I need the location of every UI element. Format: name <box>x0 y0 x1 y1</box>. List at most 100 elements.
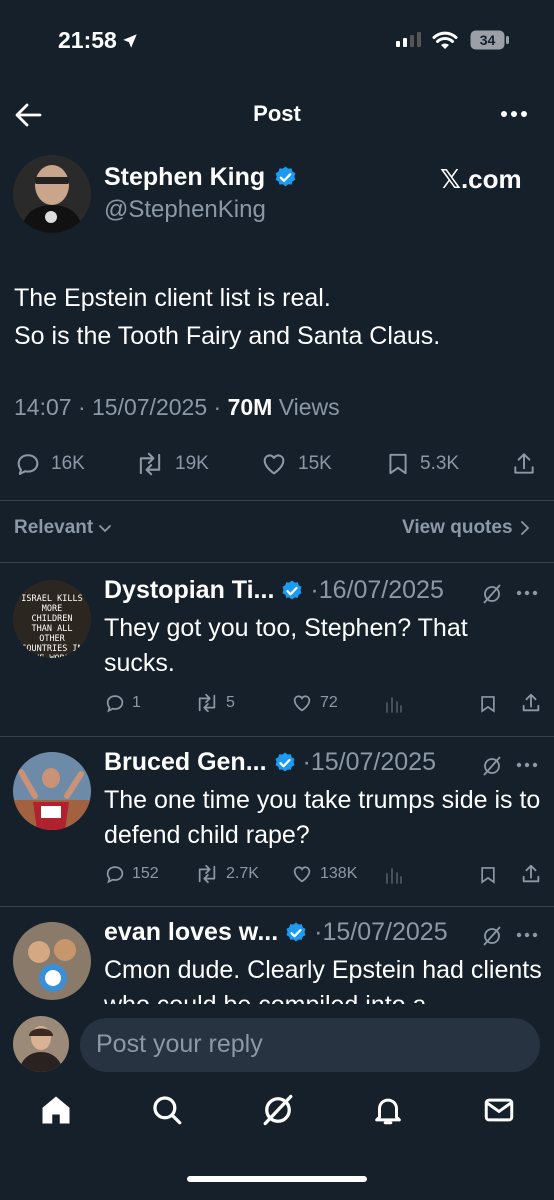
repost-icon <box>198 693 216 713</box>
home-indicator <box>187 1176 367 1182</box>
verified-badge-icon <box>286 922 306 941</box>
author-avatar[interactable] <box>13 155 91 233</box>
reply-date: ·15/07/2025 <box>302 748 436 776</box>
divider <box>0 906 554 907</box>
reply-count: 152 <box>132 865 159 882</box>
views-chart-icon[interactable] <box>384 865 404 885</box>
more-options-icon[interactable] <box>499 103 529 125</box>
grok-icon[interactable] <box>480 582 504 606</box>
author-name-text: Stephen King <box>104 163 266 191</box>
my-avatar[interactable] <box>13 1016 69 1072</box>
repost-count: 19K <box>175 453 209 474</box>
post-body: The Epstein client list is real. So is t… <box>14 279 544 355</box>
post-actions-bar: 16K 19K 15K 5.3K <box>0 448 554 482</box>
reply-author-name[interactable]: Dystopian Ti... <box>104 576 274 605</box>
bottom-tab-bar <box>0 1092 554 1142</box>
verified-badge-icon <box>282 580 302 599</box>
reply-item[interactable]: Bruced Gen... ·15/07/2025 The one time y… <box>0 742 554 902</box>
reply-author-name[interactable]: evan loves w... <box>104 918 278 947</box>
heart-icon <box>293 695 311 712</box>
status-time-text: 21:58 <box>58 27 117 53</box>
like-button[interactable]: 15K <box>259 450 332 478</box>
like-count: 72 <box>320 694 338 711</box>
reply-button[interactable]: 16K <box>14 450 85 478</box>
reply-button[interactable]: 1 <box>104 692 141 714</box>
bookmark-icon[interactable] <box>478 864 498 886</box>
cellular-signal-icon <box>396 32 421 47</box>
reply-text: Cmon dude. Clearly Epstein had clients w… <box>104 956 542 1004</box>
reply-item[interactable]: ISRAEL KILLS MORE CHILDREN THAN ALL OTHE… <box>0 570 554 730</box>
reply-text: They got you too, Stephen? That sucks. <box>104 614 468 677</box>
like-button[interactable]: 72 <box>290 692 338 714</box>
source-label: 𝕏.com <box>440 164 522 194</box>
reply-text: The one time you take trumps side is to … <box>104 786 541 849</box>
messages-mail-icon[interactable] <box>482 1092 516 1128</box>
post-timestamp: 14:07 · 15/07/2025 · <box>14 394 228 420</box>
chevron-right-icon <box>520 521 529 535</box>
battery-level: 34 <box>480 32 496 48</box>
share-icon[interactable] <box>511 450 537 478</box>
reply-item[interactable]: evan loves w... ·15/07/2025 Cmon dude. C… <box>0 912 554 1004</box>
grok-icon[interactable] <box>480 754 504 778</box>
reply-count: 1 <box>132 694 141 711</box>
post-meta: 14:07 · 15/07/2025 · 70M Views <box>14 394 340 421</box>
share-icon[interactable] <box>520 863 542 885</box>
verified-badge-icon <box>275 166 296 187</box>
reply-count: 16K <box>51 453 85 474</box>
reply-header: Bruced Gen... ·15/07/2025 <box>104 748 436 777</box>
bookmark-icon[interactable] <box>478 693 498 715</box>
search-icon[interactable] <box>150 1092 184 1128</box>
more-options-icon[interactable] <box>516 588 538 598</box>
share-icon[interactable] <box>520 692 542 714</box>
view-quotes-label: View quotes <box>402 517 513 538</box>
reply-avatar[interactable]: ISRAEL KILLS MORE CHILDREN THAN ALL OTHE… <box>13 580 91 658</box>
status-time: 21:58 <box>58 27 139 54</box>
reply-input[interactable]: Post your reply <box>80 1018 540 1072</box>
more-options-icon[interactable] <box>516 930 538 940</box>
page-title: Post <box>253 101 301 126</box>
repost-icon <box>139 452 161 476</box>
repost-count: 5 <box>226 694 235 711</box>
author-handle[interactable]: @StephenKing <box>104 196 266 224</box>
heart-icon <box>263 454 285 475</box>
repost-button[interactable]: 19K <box>134 450 209 478</box>
view-quotes-link[interactable]: View quotes <box>402 517 531 539</box>
sort-label: Relevant <box>14 517 94 538</box>
views-label: Views <box>272 394 340 420</box>
reply-avatar[interactable] <box>13 922 91 1000</box>
reply-header: evan loves w... ·15/07/2025 <box>104 918 448 947</box>
author-name[interactable]: Stephen King <box>104 163 298 192</box>
reply-avatar[interactable] <box>13 752 91 830</box>
reply-date: ·15/07/2025 <box>314 918 448 946</box>
bookmark-button[interactable]: 5.3K <box>385 450 459 478</box>
divider <box>0 736 554 737</box>
reply-header: Dystopian Ti... ·16/07/2025 <box>104 576 444 605</box>
sort-dropdown[interactable]: Relevant <box>14 517 113 539</box>
more-options-icon[interactable] <box>516 760 538 770</box>
reply-author-name[interactable]: Bruced Gen... <box>104 748 267 777</box>
divider <box>0 500 554 501</box>
battery-icon: 34 <box>470 30 509 50</box>
grok-icon[interactable] <box>260 1092 296 1128</box>
views-count: 70M <box>227 394 273 420</box>
reply-input-placeholder: Post your reply <box>96 1030 263 1058</box>
chevron-down-icon <box>99 525 112 533</box>
divider <box>0 562 554 563</box>
reply-icon <box>17 454 39 475</box>
reply-icon <box>106 866 124 884</box>
like-button[interactable]: 138K <box>290 863 357 885</box>
grok-icon[interactable] <box>480 924 504 948</box>
like-count: 15K <box>298 453 332 474</box>
repost-button[interactable]: 5 <box>194 692 235 714</box>
heart-icon <box>293 866 311 883</box>
location-arrow-icon <box>123 33 137 48</box>
verified-badge-icon <box>275 752 295 771</box>
views-chart-icon[interactable] <box>384 694 404 714</box>
post-text-line: So is the Tooth Fairy and Santa Claus. <box>14 322 441 350</box>
reply-button[interactable]: 152 <box>104 863 159 885</box>
home-icon[interactable] <box>38 1092 74 1128</box>
repost-button[interactable]: 2.7K <box>194 863 259 885</box>
repost-icon <box>198 864 216 884</box>
wifi-icon <box>432 31 458 49</box>
notifications-bell-icon[interactable] <box>371 1092 405 1128</box>
